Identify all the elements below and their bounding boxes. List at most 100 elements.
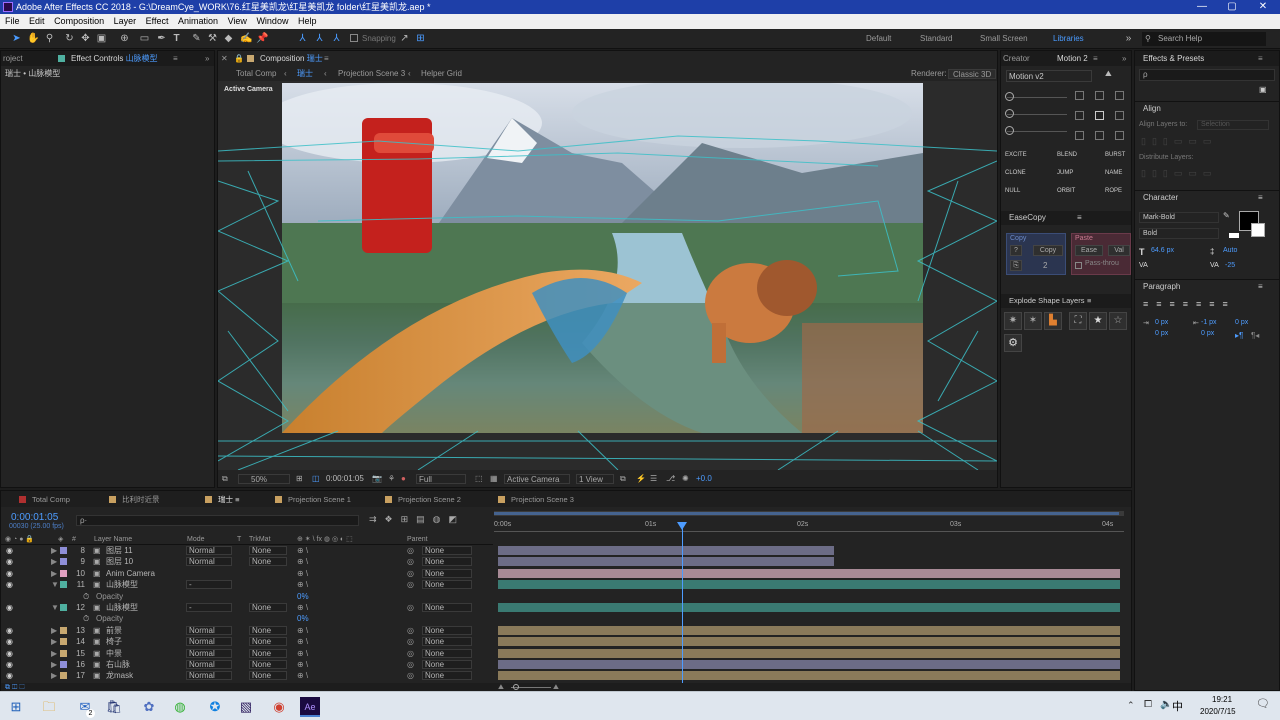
stroke-color-swatch[interactable] xyxy=(1251,223,1265,237)
ime-indicator[interactable]: 中 xyxy=(1172,698,1183,714)
motion-slider-1[interactable] xyxy=(1007,97,1067,98)
resolution-dropdown[interactable]: Full xyxy=(416,474,466,484)
tracking-value[interactable]: -25 xyxy=(1225,262,1235,269)
panel-menu-icon[interactable]: ≡ xyxy=(1258,280,1263,294)
file-explorer-icon[interactable]: 🗀 xyxy=(39,697,59,717)
panel-expand-icon[interactable]: » xyxy=(1122,51,1126,66)
slider-knob-1[interactable] xyxy=(1005,92,1014,101)
menu-edit[interactable]: Edit xyxy=(29,16,45,26)
time-ruler[interactable]: 0:00s 01s 02s 03s 04s xyxy=(494,511,1124,533)
clone-button[interactable]: CLONE xyxy=(1005,170,1026,176)
blend-button[interactable]: BLEND xyxy=(1057,152,1077,158)
always-preview-icon[interactable]: ⧉ xyxy=(222,471,228,487)
orbit-camera-icon[interactable]: ↻ xyxy=(63,32,76,45)
roto-brush-icon[interactable]: ✍ xyxy=(240,32,253,45)
excite-button[interactable]: EXCITE xyxy=(1005,152,1027,158)
timeline-tab-0[interactable]: Total Comp xyxy=(19,494,70,505)
snapshot-icon[interactable]: 📷 xyxy=(372,471,382,487)
pan-behind-icon[interactable]: ⊕ xyxy=(118,32,131,45)
distribute-buttons[interactable]: ▯▯▯▭▭▭ xyxy=(1141,168,1217,179)
dolly-camera-icon[interactable]: ▣ xyxy=(95,32,108,45)
star-outline-icon[interactable]: ☆ xyxy=(1109,312,1127,330)
chrome-icon[interactable]: ◉ xyxy=(269,697,289,717)
pen-tool-icon[interactable]: ✒ xyxy=(155,32,168,45)
effects-search-input[interactable]: ρ xyxy=(1139,69,1275,81)
explode-bounds-icon[interactable]: ⛶ xyxy=(1069,312,1087,330)
rope-button[interactable]: ROPE xyxy=(1105,188,1122,194)
menu-composition[interactable]: Composition xyxy=(54,16,104,26)
menu-window[interactable]: Window xyxy=(256,16,288,26)
tab-effect-controls[interactable]: Effect Controls 山脉模型 xyxy=(71,51,158,66)
star-filled-icon[interactable]: ★ xyxy=(1089,312,1107,330)
wechat-icon[interactable]: ◍ xyxy=(170,697,190,717)
settings-app-icon[interactable]: ✪ xyxy=(205,697,225,717)
timeline-timecode[interactable]: 0:00:01:05 xyxy=(11,512,58,523)
puppet-pin-icon[interactable]: 📌 xyxy=(256,32,269,45)
flow-projection-scene-3[interactable]: Projection Scene 3 xyxy=(338,67,405,81)
passthrough-checkbox[interactable] xyxy=(1075,262,1082,269)
timeline-switches[interactable]: ⇉❖⊞▤◍◩ xyxy=(369,514,465,525)
notifications-icon[interactable]: 🗨 xyxy=(1256,697,1270,710)
slider-knob-2[interactable] xyxy=(1005,109,1014,118)
panel-expand-icon[interactable]: » xyxy=(205,51,209,66)
hand-tool-icon[interactable]: ✋ xyxy=(27,32,40,45)
fast-preview-icon[interactable]: ⚡ xyxy=(636,471,646,487)
tab-composition[interactable]: Composition 瑞士 xyxy=(260,51,323,66)
name-button[interactable]: NAME xyxy=(1105,170,1122,176)
volume-icon[interactable]: 🔈 xyxy=(1160,699,1172,710)
selection-tool-icon[interactable]: ➤ xyxy=(10,32,23,45)
layer-duration-bar[interactable] xyxy=(498,648,1120,658)
close-tab-icon[interactable]: ✕ xyxy=(221,51,228,66)
eraser-tool-icon[interactable]: ◆ xyxy=(222,32,235,45)
align-buttons[interactable]: ▯▯▯▭▭▭ xyxy=(1141,136,1217,147)
leading-value[interactable]: Auto xyxy=(1223,247,1237,254)
layer-duration-bar[interactable] xyxy=(498,660,1120,669)
snap-grid-icon[interactable]: ⊞ xyxy=(414,32,427,45)
eyedropper-icon[interactable]: ✎ xyxy=(1223,211,1230,220)
menu-effect[interactable]: Effect xyxy=(146,16,169,26)
workspace-overflow-icon[interactable]: » xyxy=(1122,32,1135,45)
burst-button[interactable]: BURST xyxy=(1105,152,1125,158)
start-windows-icon[interactable]: ⊞ xyxy=(6,697,26,717)
layer-duration-bar[interactable] xyxy=(498,603,1120,612)
menu-layer[interactable]: Layer xyxy=(114,16,137,26)
workspace-small-screen[interactable]: Small Screen xyxy=(980,32,1028,46)
flow-total-comp[interactable]: Total Comp xyxy=(236,67,276,81)
panel-menu-icon[interactable]: ≡ xyxy=(173,51,178,66)
flow-helper-grid[interactable]: Helper Grid xyxy=(421,67,462,81)
menu-file[interactable]: File xyxy=(5,16,20,26)
explode-selected-icon[interactable]: ✶ xyxy=(1024,312,1042,330)
zoom-dropdown[interactable]: 50% xyxy=(238,474,290,484)
tab-project[interactable]: roject xyxy=(3,51,23,66)
white-swatch[interactable] xyxy=(1229,233,1239,238)
space-before-value[interactable]: 0 px xyxy=(1155,330,1168,337)
close-icon[interactable]: ✕ xyxy=(1248,0,1278,14)
local-axis-icon[interactable]: ⅄ xyxy=(296,32,309,45)
paste-ease-button[interactable]: Ease xyxy=(1075,245,1103,256)
workspace-standard[interactable]: Standard xyxy=(920,32,952,46)
new-preset-icon[interactable]: ▣ xyxy=(1259,85,1267,94)
track-camera-icon[interactable]: ✥ xyxy=(79,32,92,45)
align-to-dropdown[interactable]: Selection xyxy=(1197,120,1269,130)
timeline-tab-5[interactable]: Projection Scene 3 xyxy=(498,494,574,505)
color-channel-icon[interactable]: ● xyxy=(401,471,406,487)
brush-tool-icon[interactable]: ✎ xyxy=(190,32,203,45)
font-style-dropdown[interactable]: Bold xyxy=(1139,228,1219,239)
anchor-point-grid[interactable] xyxy=(1075,91,1125,143)
composition-viewer[interactable]: Active Camera xyxy=(218,81,997,470)
null-button[interactable]: NULL xyxy=(1005,188,1020,194)
timeline-icon[interactable]: ☰ xyxy=(650,471,657,487)
current-time-display[interactable]: 0:00:01:05 xyxy=(326,471,364,487)
copy-help-icon[interactable]: ? xyxy=(1010,245,1022,256)
renderer-dropdown[interactable]: Classic 3D xyxy=(948,69,997,79)
snapping-checkbox[interactable] xyxy=(350,34,358,42)
tab-motion2[interactable]: Motion 2 xyxy=(1057,51,1088,66)
reset-exposure-icon[interactable]: ✺ xyxy=(682,471,689,487)
explode-layer-icon[interactable]: ▙ xyxy=(1044,312,1062,330)
layer-duration-bar[interactable] xyxy=(498,546,834,555)
paragraph-alignment-buttons[interactable]: ≡≡≡≡≡≡≡ xyxy=(1143,299,1236,309)
mask-visibility-icon[interactable]: ◫ xyxy=(312,471,320,487)
network-icon[interactable]: ⧠ xyxy=(1144,699,1152,710)
flowchart-icon[interactable]: ⎇ xyxy=(666,471,675,487)
timeline-tab-1[interactable]: 比利时近景 xyxy=(109,494,160,505)
